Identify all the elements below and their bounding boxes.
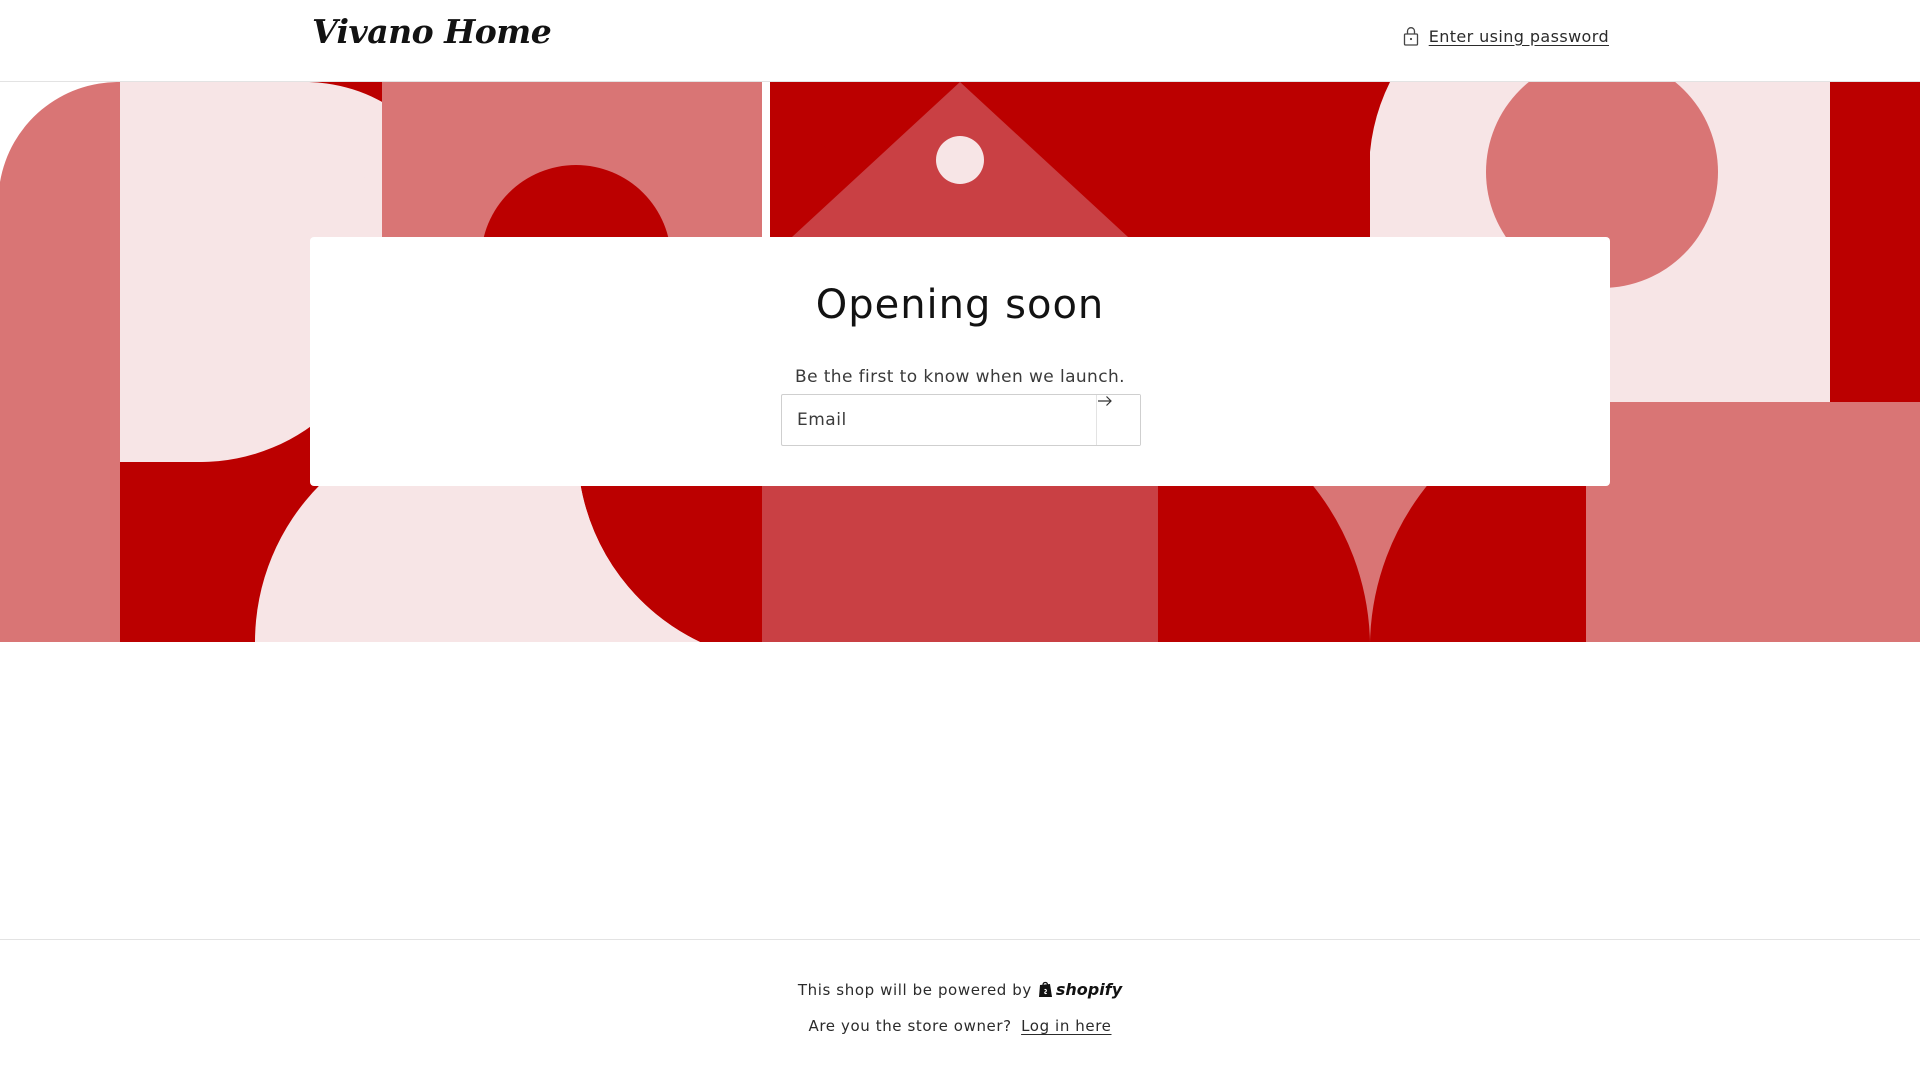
page-subtitle: Be the first to know when we launch. [795,367,1125,387]
powered-by-text: This shop will be powered by [797,980,1032,999]
email-input[interactable] [782,395,1096,445]
shopify-wordmark: shopify [1055,980,1123,999]
subscribe-button[interactable] [1096,395,1140,445]
hero-banner: Opening soon Be the first to know when w… [0,82,1920,642]
lock-icon [1403,27,1418,46]
email-form [781,394,1141,446]
enter-password-link[interactable]: Enter using password [1403,26,1609,46]
page-title: Opening soon [815,282,1105,328]
site-header: Vivano Home Enter using password [0,0,1920,82]
footer-divider [0,939,1920,940]
password-link-label[interactable]: Enter using password [1429,27,1609,46]
store-owner-line: Are you the store owner? Log in here [0,1017,1920,1035]
powered-by: This shop will be powered by shopify [0,980,1920,999]
arrow-right-icon [1098,396,1112,406]
store-logo[interactable]: Vivano Home [312,12,552,51]
store-owner-text: Are you the store owner? [808,1017,1012,1035]
shopify-logo[interactable]: shopify [1038,980,1122,999]
login-link[interactable]: Log in here [1021,1017,1111,1035]
shopify-bag-icon [1038,981,1052,997]
newsletter-card: Opening soon Be the first to know when w… [310,237,1610,486]
